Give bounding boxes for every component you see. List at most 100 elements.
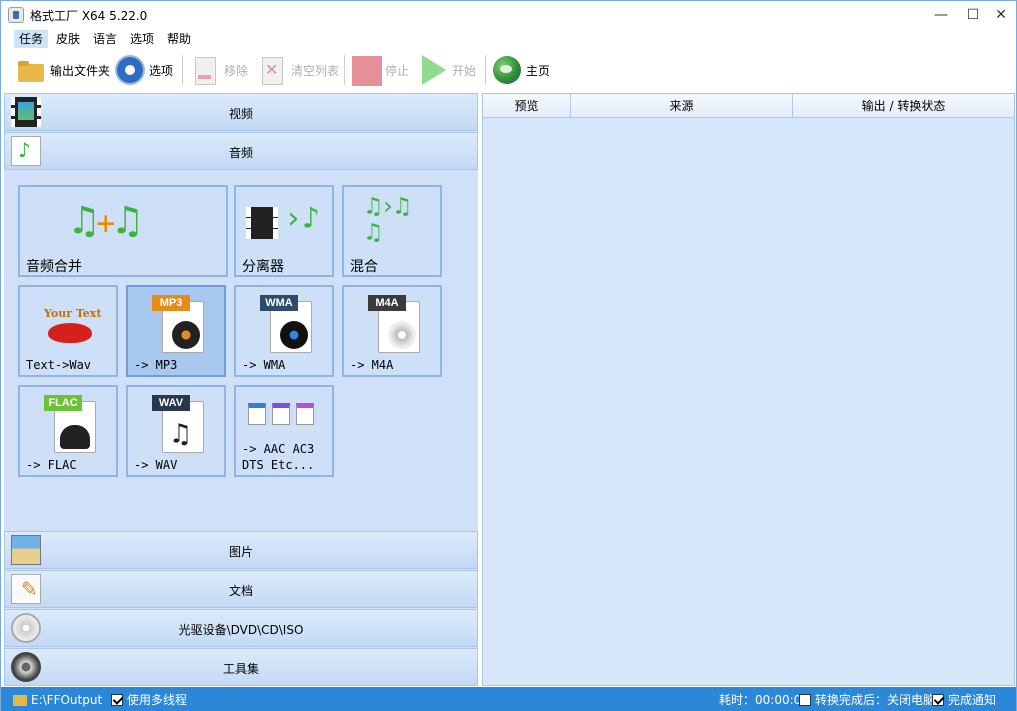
toolbar: 输出文件夹 选项 移除 清空列表 停止 开始 主页 <box>1 49 1016 91</box>
output-folder-button[interactable]: 输出文件夹 <box>16 53 110 87</box>
music-merge-icon: ♫+♫ <box>72 198 140 244</box>
main-window: 格式工厂 X64 5.22.0 — ☐ ✕ 任务 皮肤 语言 选项 帮助 输出文… <box>0 0 1017 711</box>
after-done-checkbox[interactable] <box>799 694 811 706</box>
tile-audio-merge[interactable]: ♫+♫ 音频合并 <box>18 185 228 277</box>
clear-list-button[interactable]: 清空列表 <box>257 53 339 87</box>
task-list[interactable]: 预览 来源 输出 / 转换状态 <box>482 93 1015 686</box>
tile-text-to-wav-label: Text->Wav <box>26 358 92 372</box>
category-disc-label: 光驱设备\DVD\CD\ISO <box>178 623 304 637</box>
home-label: 主页 <box>526 63 551 78</box>
start-button[interactable]: 开始 <box>418 53 476 87</box>
wav-file-icon: WAV ♫ <box>152 395 206 455</box>
menu-language[interactable]: 语言 <box>88 30 122 48</box>
your-text-art: Your Text <box>44 307 102 320</box>
category-tools-label: 工具集 <box>222 662 259 676</box>
tile-to-m4a-label: -> M4A <box>350 358 394 372</box>
category-video[interactable]: 视频 <box>4 93 478 131</box>
tile-splitter[interactable]: ›♪ 分离器 <box>234 185 334 277</box>
film-icon <box>246 207 278 239</box>
toolbar-separator <box>485 55 486 85</box>
category-picture-label: 图片 <box>228 545 253 559</box>
stop-icon <box>351 55 382 86</box>
output-folder-label: 输出文件夹 <box>50 63 111 78</box>
notify-checkbox[interactable] <box>932 694 944 706</box>
wma-tag: WMA <box>260 295 298 311</box>
options-label: 选项 <box>149 63 174 78</box>
tile-to-aac-label: -> AAC AC3 DTS Etc... <box>242 442 315 472</box>
output-path-text: E:\FFOutput <box>31 693 103 707</box>
music-note-icon: ›♪ <box>284 201 321 236</box>
after-done-label: 转换完成后：关闭电脑 <box>815 693 936 707</box>
category-picture[interactable]: 图片 <box>4 531 478 569</box>
menu-skin[interactable]: 皮肤 <box>51 30 85 48</box>
task-list-header: 预览 来源 输出 / 转换状态 <box>483 94 1014 118</box>
settings-icon <box>115 55 145 85</box>
remove-file-icon <box>190 55 220 85</box>
lips-icon <box>48 323 92 343</box>
wav-tag: WAV <box>152 395 190 411</box>
folder-icon <box>13 694 27 706</box>
tile-mix-label: 混合 <box>350 259 378 275</box>
tile-to-wma[interactable]: WMA -> WMA <box>234 285 334 377</box>
multithread-option[interactable]: 使用多线程 <box>111 692 187 708</box>
column-source[interactable]: 来源 <box>571 94 793 118</box>
category-panel: 视频 音频 ♫+♫ 音频合并 ›♪ 分离器 ♫›♫♫ 混合 Your Text <box>4 93 478 686</box>
close-button[interactable]: ✕ <box>986 1 1016 29</box>
notify-option[interactable]: 完成通知 <box>932 692 996 708</box>
minimize-button[interactable]: — <box>926 1 956 29</box>
wma-file-icon: WMA <box>260 295 314 355</box>
music-mix-icon: ♫›♫ ♫ <box>366 192 410 246</box>
category-audio[interactable]: 音频 <box>4 132 478 170</box>
tile-to-flac-label: -> FLAC <box>26 458 77 472</box>
home-button[interactable]: 主页 <box>492 53 550 87</box>
category-audio-label: 音频 <box>228 146 253 160</box>
tile-to-wma-label: -> WMA <box>242 358 286 372</box>
clear-list-icon <box>257 55 287 85</box>
start-label: 开始 <box>452 63 477 78</box>
tile-to-aac[interactable]: -> AAC AC3 DTS Etc... <box>234 385 334 477</box>
window-title: 格式工厂 X64 5.22.0 <box>30 9 148 23</box>
tile-splitter-label: 分离器 <box>242 259 284 275</box>
ac3-file-icon <box>272 403 290 425</box>
m4a-tag: M4A <box>368 295 406 311</box>
output-path[interactable]: E:\FFOutput <box>13 692 102 708</box>
category-tools[interactable]: 工具集 <box>4 648 478 686</box>
tile-to-wav[interactable]: WAV ♫ -> WAV <box>126 385 226 477</box>
category-disc[interactable]: 光驱设备\DVD\CD\ISO <box>4 609 478 647</box>
category-document-label: 文档 <box>228 584 253 598</box>
menu-task[interactable]: 任务 <box>14 30 49 48</box>
stop-label: 停止 <box>385 63 410 78</box>
menu-options[interactable]: 选项 <box>125 30 159 48</box>
mp3-file-icon: MP3 <box>152 295 206 355</box>
play-icon <box>418 55 448 85</box>
tile-to-wav-label: -> WAV <box>134 458 178 472</box>
stop-button[interactable]: 停止 <box>351 53 409 87</box>
elapsed-time-text: 耗时：00:00:00 <box>719 693 809 707</box>
dts-file-icon <box>296 403 314 425</box>
app-icon[interactable] <box>8 7 24 23</box>
column-output-status[interactable]: 输出 / 转换状态 <box>793 94 1014 118</box>
tile-to-mp3[interactable]: MP3 -> MP3 <box>126 285 226 377</box>
options-button[interactable]: 选项 <box>115 53 173 87</box>
tile-to-m4a[interactable]: M4A -> M4A <box>342 285 442 377</box>
column-preview[interactable]: 预览 <box>483 94 571 118</box>
globe-icon <box>492 55 522 85</box>
elapsed-time: 耗时：00:00:00 <box>719 692 809 708</box>
tile-audio-merge-label: 音频合并 <box>26 259 82 275</box>
maximize-button[interactable]: ☐ <box>958 1 988 29</box>
flac-file-icon: FLAC <box>44 395 98 455</box>
tile-to-mp3-label: -> MP3 <box>134 358 178 372</box>
remove-button[interactable]: 移除 <box>190 53 248 87</box>
m4a-file-icon: M4A <box>368 295 422 355</box>
after-done-option[interactable]: 转换完成后：关闭电脑 <box>799 692 935 708</box>
toolbar-separator <box>344 55 345 85</box>
remove-label: 移除 <box>224 63 249 78</box>
tile-to-flac[interactable]: FLAC -> FLAC <box>18 385 118 477</box>
multithread-checkbox[interactable] <box>111 694 123 706</box>
menu-help[interactable]: 帮助 <box>162 30 196 48</box>
category-document[interactable]: 文档 <box>4 570 478 608</box>
tile-text-to-wav[interactable]: Your Text Text->Wav <box>18 285 118 377</box>
clear-list-label: 清空列表 <box>291 63 340 78</box>
mp3-tag: MP3 <box>152 295 190 311</box>
tile-mix[interactable]: ♫›♫ ♫ 混合 <box>342 185 442 277</box>
